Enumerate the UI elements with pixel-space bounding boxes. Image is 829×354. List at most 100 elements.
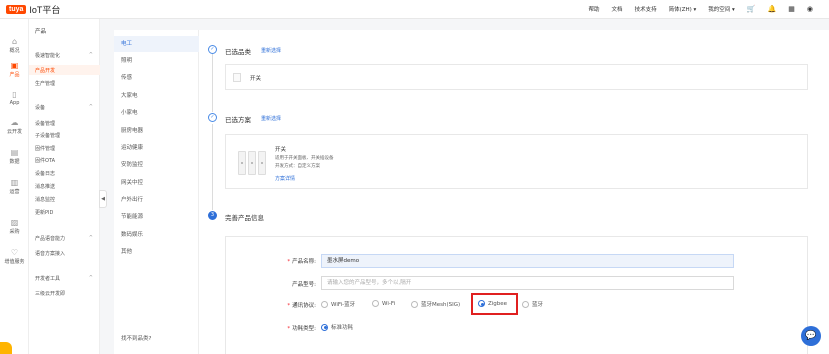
chevron-left-icon: ◀	[101, 196, 105, 202]
language-select[interactable]: 简体(ZH) ▾	[669, 5, 697, 13]
submenu-group-title[interactable]: 设备	[35, 104, 45, 111]
switch-panel-image	[238, 145, 268, 181]
protocol-radio-ble[interactable]: 蓝牙	[522, 300, 543, 308]
help-link[interactable]: 帮助	[589, 5, 600, 13]
submenu-group-title[interactable]: 极速智能化	[35, 52, 60, 59]
logo-text: IoT平台	[29, 4, 61, 15]
product-name-label: * 产品名称:	[287, 259, 316, 265]
collapse-sidebar-button[interactable]: ◀	[99, 190, 107, 208]
category-item[interactable]: 网关中控	[114, 175, 199, 191]
submenu-group-title[interactable]: 开发者工具	[35, 275, 60, 282]
category-list: 电工 照明 传感 大家电 小家电 厨房电器 运动健康 安防监控 网关中控 户外出…	[114, 30, 199, 354]
sidebar-item-value-add[interactable]: ♡ 增值服务	[0, 248, 29, 265]
sidebar-item-data[interactable]: ▤ 数据	[0, 148, 29, 165]
category-item[interactable]: 大家电	[114, 88, 199, 104]
radio-circle	[372, 300, 379, 307]
home-icon: ⌂	[11, 37, 18, 46]
sidebar-item-overview[interactable]: ⌂ 概况	[0, 37, 29, 54]
docs-link[interactable]: 文档	[612, 5, 623, 13]
submenu-item[interactable]: 子设备管理	[35, 132, 60, 139]
category-item[interactable]: 传感	[114, 70, 199, 86]
submenu-item[interactable]: 设备日志	[35, 170, 55, 177]
submenu-item-product-dev[interactable]: 产品开发	[35, 67, 55, 74]
sidebar-item-purchase[interactable]: ▨ 采购	[0, 218, 29, 235]
category-item[interactable]: 运动健康	[114, 140, 199, 156]
label-text: 功耗类型:	[292, 326, 316, 332]
chat-support-button[interactable]: 💬	[801, 326, 821, 346]
selected-plan-card: 开关 适用于开关面板、开关插设备 开发方式：自定义方案 方案详情	[225, 134, 808, 189]
apps-grid-icon[interactable]: ▦	[788, 5, 795, 13]
operation-icon: ▥	[10, 178, 19, 187]
step-check-icon: ✓	[208, 113, 217, 122]
reselect-category-link[interactable]: 重新选择	[261, 47, 281, 54]
step1-title: 已选品类	[225, 48, 251, 56]
sidebar-label: 增值服务	[4, 259, 25, 265]
submenu-group-title[interactable]: 产品语音能力	[35, 235, 65, 242]
category-item[interactable]: 户外出行	[114, 192, 199, 208]
workspace-select[interactable]: 我的空间 ▾	[708, 5, 735, 13]
submenu-item[interactable]: 消息推送	[35, 183, 55, 190]
submenu-item[interactable]: 语音方案接入	[35, 250, 65, 257]
plan-name: 开关	[275, 147, 287, 153]
submenu-item[interactable]: 三级云开发即	[35, 290, 65, 297]
sidebar-label: 云开发	[6, 129, 22, 135]
chevron-up-icon: ^	[88, 275, 93, 281]
radio-label: 蓝牙Mesh(SIG)	[421, 302, 461, 308]
top-bar: tuya IoT平台 帮助 文档 技术支持 简体(ZH) ▾ 我的空间 ▾ 🛒 …	[0, 0, 829, 19]
zigbee-highlight-box	[471, 293, 518, 315]
protocol-radio-wifi-ble[interactable]: WiFi-蓝牙	[321, 300, 355, 308]
submenu-item[interactable]: 固件管理	[35, 145, 55, 152]
purchase-icon: ▨	[10, 218, 19, 227]
protocol-radio-wifi[interactable]: Wi-Fi	[372, 300, 395, 307]
user-icon[interactable]: ◉	[807, 5, 813, 13]
product-submenu: 产品 极速智能化 ^ 产品开发 生产管理 设备 ^ 设备管理 子设备管理 固件管…	[29, 19, 100, 354]
sidebar-item-cloud[interactable]: ☁ 云开发	[0, 118, 29, 135]
sidebar-label: 产品	[9, 72, 20, 78]
sidebar-item-product[interactable]: ▣ 产品	[0, 61, 29, 78]
top-nav: 帮助 文档 技术支持 简体(ZH) ▾ 我的空间 ▾ 🛒 🔔 ▦ ◉	[589, 5, 813, 13]
product-model-input[interactable]: 请输入您的产品型号，多个以,隔开	[321, 276, 734, 290]
category-item[interactable]: 小家电	[114, 105, 199, 121]
missing-category-link[interactable]: 找不到品类?	[121, 334, 151, 342]
logo-brand: tuya	[6, 4, 27, 14]
radio-label: Wi-Fi	[382, 300, 396, 307]
reselect-plan-link[interactable]: 重新选择	[261, 115, 281, 122]
cart-icon[interactable]: 🛒	[747, 5, 756, 13]
category-item[interactable]: 数码娱乐	[114, 227, 199, 243]
category-item[interactable]: 电工	[114, 36, 199, 52]
category-item[interactable]: 节能能源	[114, 209, 199, 225]
label-text: 通讯协议:	[292, 303, 316, 309]
submenu-item-production[interactable]: 生产管理	[35, 80, 55, 87]
submenu-item[interactable]: 设备管理	[35, 120, 55, 127]
language-label: 简体(ZH)	[668, 7, 692, 13]
submenu-header: 产品	[35, 29, 47, 35]
bell-icon[interactable]: 🔔	[768, 5, 777, 13]
sidebar-item-app[interactable]: ▯ App	[0, 90, 29, 106]
main-sidebar: ⌂ 概况 ▣ 产品 ▯ App ☁ 云开发 ▤ 数据 ▥ 运营 ▨ 采购 ♡ 增…	[0, 19, 29, 354]
cloud-icon: ☁	[10, 118, 19, 127]
radio-circle	[321, 300, 328, 308]
step-connector	[212, 124, 213, 210]
protocol-radio-ble-mesh[interactable]: 蓝牙Mesh(SIG)	[411, 300, 460, 308]
category-item[interactable]: 其他	[114, 244, 199, 260]
tuya-logo[interactable]: tuya IoT平台	[6, 3, 60, 16]
submenu-item[interactable]: 消息监控	[35, 196, 55, 203]
label-text: 产品名称:	[292, 259, 316, 265]
plan-description: 适用于开关面板、开关插设备	[275, 156, 334, 161]
submenu-item[interactable]: 更新PID	[35, 209, 53, 216]
power-radio-standard[interactable]: 标准功耗	[321, 323, 353, 331]
category-item[interactable]: 照明	[114, 53, 199, 69]
sidebar-label: 概况	[9, 48, 20, 54]
product-name-input[interactable]: 墨水屏demo	[321, 254, 734, 268]
step-connector	[212, 54, 213, 112]
value-add-icon: ♡	[10, 248, 19, 257]
chevron-up-icon: ^	[88, 235, 93, 241]
sidebar-label: App	[9, 100, 20, 106]
support-link[interactable]: 技术支持	[635, 5, 657, 13]
submenu-item[interactable]: 固件OTA	[35, 157, 55, 164]
sidebar-item-operation[interactable]: ▥ 运营	[0, 178, 29, 195]
category-item[interactable]: 厨房电器	[114, 123, 199, 139]
step-check-icon: ✓	[208, 45, 217, 54]
category-item[interactable]: 安防监控	[114, 157, 199, 173]
plan-details-link[interactable]: 方案详情	[275, 175, 295, 182]
